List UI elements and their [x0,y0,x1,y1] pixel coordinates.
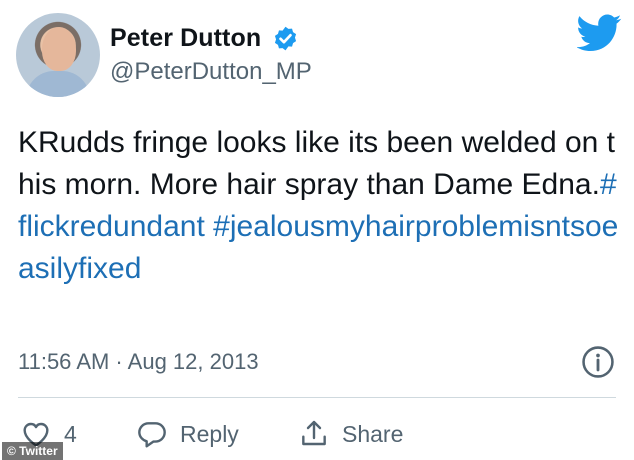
avatar-face [42,27,76,71]
share-button[interactable]: Share [298,414,403,454]
reply-button[interactable]: Reply [136,414,239,454]
like-count: 4 [64,420,77,447]
speech-bubble-icon [138,422,166,448]
tweet-body: KRudds fringe looks like its been welded… [18,126,616,201]
author-handle[interactable]: @PeterDutton_MP [110,58,312,86]
action-bar: 4 Reply Share [0,414,634,460]
tweet-text: KRudds fringe looks like its been welded… [18,122,624,290]
share-icon [302,420,326,446]
share-label: Share [342,420,404,447]
twitter-bird-icon[interactable] [577,14,622,52]
divider [18,397,616,398]
info-icon[interactable] [581,345,615,379]
tweet-timestamp[interactable]: 11:56 AM · Aug 12, 2013 [18,349,259,375]
avatar-shirt [26,71,90,97]
avatar[interactable] [16,13,100,97]
author-name[interactable]: Peter Dutton [110,24,261,53]
reply-label: Reply [180,420,239,447]
image-credit: © Twitter [2,442,63,460]
verified-badge-icon [274,26,297,51]
